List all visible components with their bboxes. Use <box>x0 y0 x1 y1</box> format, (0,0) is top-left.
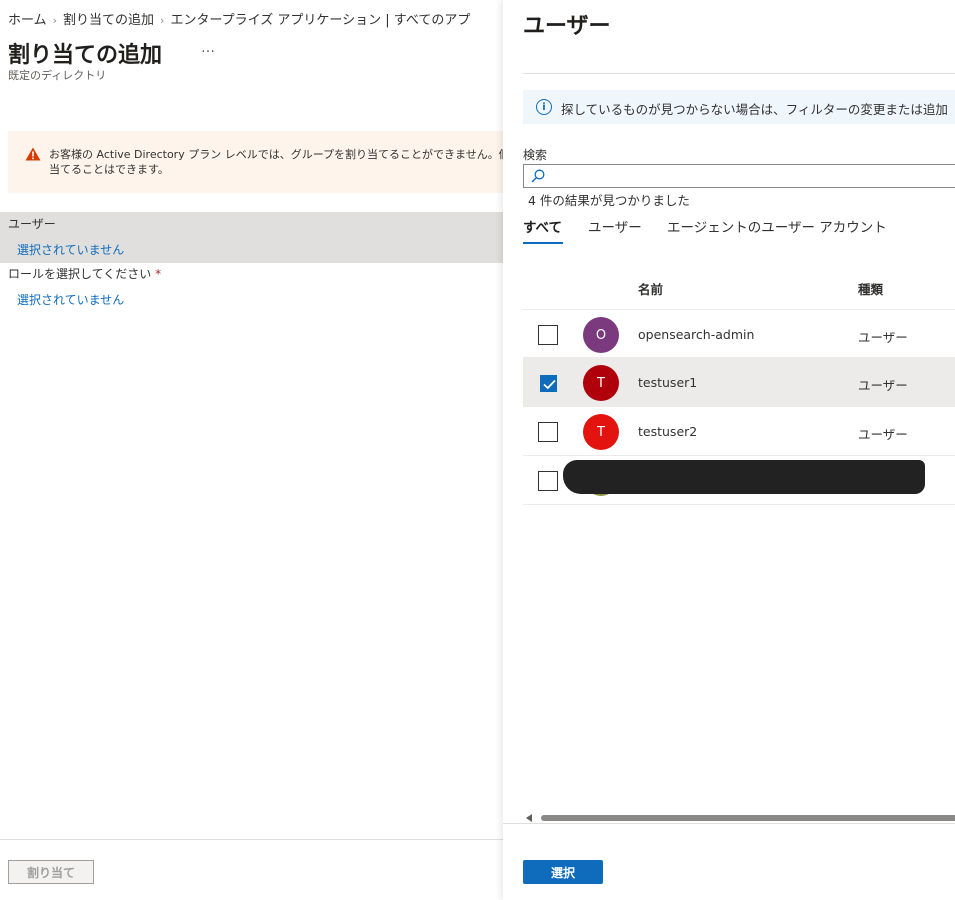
footer-divider <box>0 839 503 840</box>
select-button[interactable]: 選択 <box>523 860 603 884</box>
tab-agent-label: エージェントのユーザー アカウント <box>667 220 887 236</box>
redacted-content <box>563 460 925 494</box>
role-label-text: ロールを選択してください <box>8 267 152 281</box>
scroll-left-icon[interactable] <box>526 814 532 822</box>
panel-title: ユーザー <box>523 14 611 39</box>
breadcrumb: ホーム › 割り当ての追加 › エンタープライズ アプリケーション | すべてのアプ <box>8 9 470 28</box>
table-row[interactable]: T testuser1 ユーザー <box>523 358 955 407</box>
warning-text-line1: お客様の Active Directory プラン レベルでは、グループを割り当… <box>49 148 503 161</box>
tab-all[interactable]: すべて <box>523 216 563 244</box>
panel-footer-divider <box>503 823 955 824</box>
info-text: 探しているものが見つからない場合は、フィルターの変更または追加 <box>561 102 948 117</box>
avatar: T <box>583 365 619 401</box>
warning-icon <box>25 147 41 161</box>
table-row[interactable]: T testuser2 ユーザー <box>523 407 955 456</box>
tab-agent-user-accounts[interactable]: エージェントのユーザー アカウント <box>667 216 887 244</box>
row-checkbox[interactable] <box>540 375 557 392</box>
table-row[interactable] <box>523 456 955 505</box>
warning-text: お客様の Active Directory プラン レベルでは、グループを割り当… <box>49 147 503 177</box>
info-icon: i <box>536 99 552 115</box>
avatar: T <box>583 414 619 450</box>
table-row[interactable]: O opensearch-admin ユーザー <box>523 309 955 358</box>
avatar: O <box>583 317 619 353</box>
column-header-name[interactable]: 名前 <box>638 279 663 298</box>
row-checkbox[interactable] <box>538 471 558 491</box>
user-label: ユーザー <box>8 217 56 231</box>
search-icon <box>531 169 545 183</box>
row-checkbox[interactable] <box>538 422 558 442</box>
user-type: ユーザー <box>858 330 908 345</box>
scrollbar-thumb[interactable] <box>541 815 955 821</box>
result-count: 4 件の結果が見つかりました <box>528 193 690 208</box>
tab-all-label: すべて <box>523 220 563 236</box>
user-type: ユーザー <box>858 427 908 442</box>
breadcrumb-home[interactable]: ホーム <box>8 9 47 28</box>
app-root: ホーム › 割り当ての追加 › エンタープライズ アプリケーション | すべてのアプ 割… <box>0 0 955 900</box>
active-tab-indicator <box>523 242 563 244</box>
assignment-pane: ホーム › 割り当ての追加 › エンタープライズ アプリケーション | すべてのアプ 割… <box>0 0 503 900</box>
panel-divider <box>523 73 955 74</box>
column-header-type[interactable]: 種類 <box>858 279 883 298</box>
user-name: testuser2 <box>638 424 698 439</box>
checkmark-icon <box>543 379 556 390</box>
tab-users[interactable]: ユーザー <box>588 216 642 244</box>
role-label: ロールを選択してください * <box>8 265 161 282</box>
search-box[interactable] <box>523 164 955 188</box>
search-input[interactable] <box>550 167 950 185</box>
user-none-selected-link[interactable]: 選択されていません <box>17 241 124 258</box>
users-panel: ユーザー i 探しているものが見つからない場合は、フィルターの変更または追加 検… <box>503 0 955 900</box>
user-name: opensearch-admin <box>638 327 755 342</box>
role-none-selected-link[interactable]: 選択されていません <box>17 291 124 308</box>
assign-button[interactable]: 割り当て <box>8 860 94 884</box>
breadcrumb-add-assignment[interactable]: 割り当ての追加 <box>63 9 154 28</box>
row-checkbox[interactable] <box>538 325 558 345</box>
breadcrumb-enterprise-apps[interactable]: エンタープライズ アプリケーション | すべてのアプ <box>170 9 470 28</box>
info-banner: i 探しているものが見つからない場合は、フィルターの変更または追加 <box>523 90 955 124</box>
user-name: testuser1 <box>638 375 698 390</box>
required-marker: * <box>155 267 162 281</box>
page-subtitle: 既定のディレクトリ <box>8 69 107 82</box>
more-options-button[interactable]: … <box>201 40 216 56</box>
page-title: 割り当ての追加 <box>8 43 163 68</box>
user-selection-row[interactable]: ユーザー 選択されていません <box>0 212 503 263</box>
search-label: 検索 <box>523 148 548 162</box>
chevron-right-icon: › <box>160 14 165 27</box>
user-type: ユーザー <box>858 378 908 393</box>
warning-banner: お客様の Active Directory プラン レベルでは、グループを割り当… <box>8 131 503 193</box>
chevron-right-icon: › <box>52 14 58 27</box>
tab-users-label: ユーザー <box>588 220 642 236</box>
warning-text-line2: 当てることはできます。 <box>49 163 169 176</box>
